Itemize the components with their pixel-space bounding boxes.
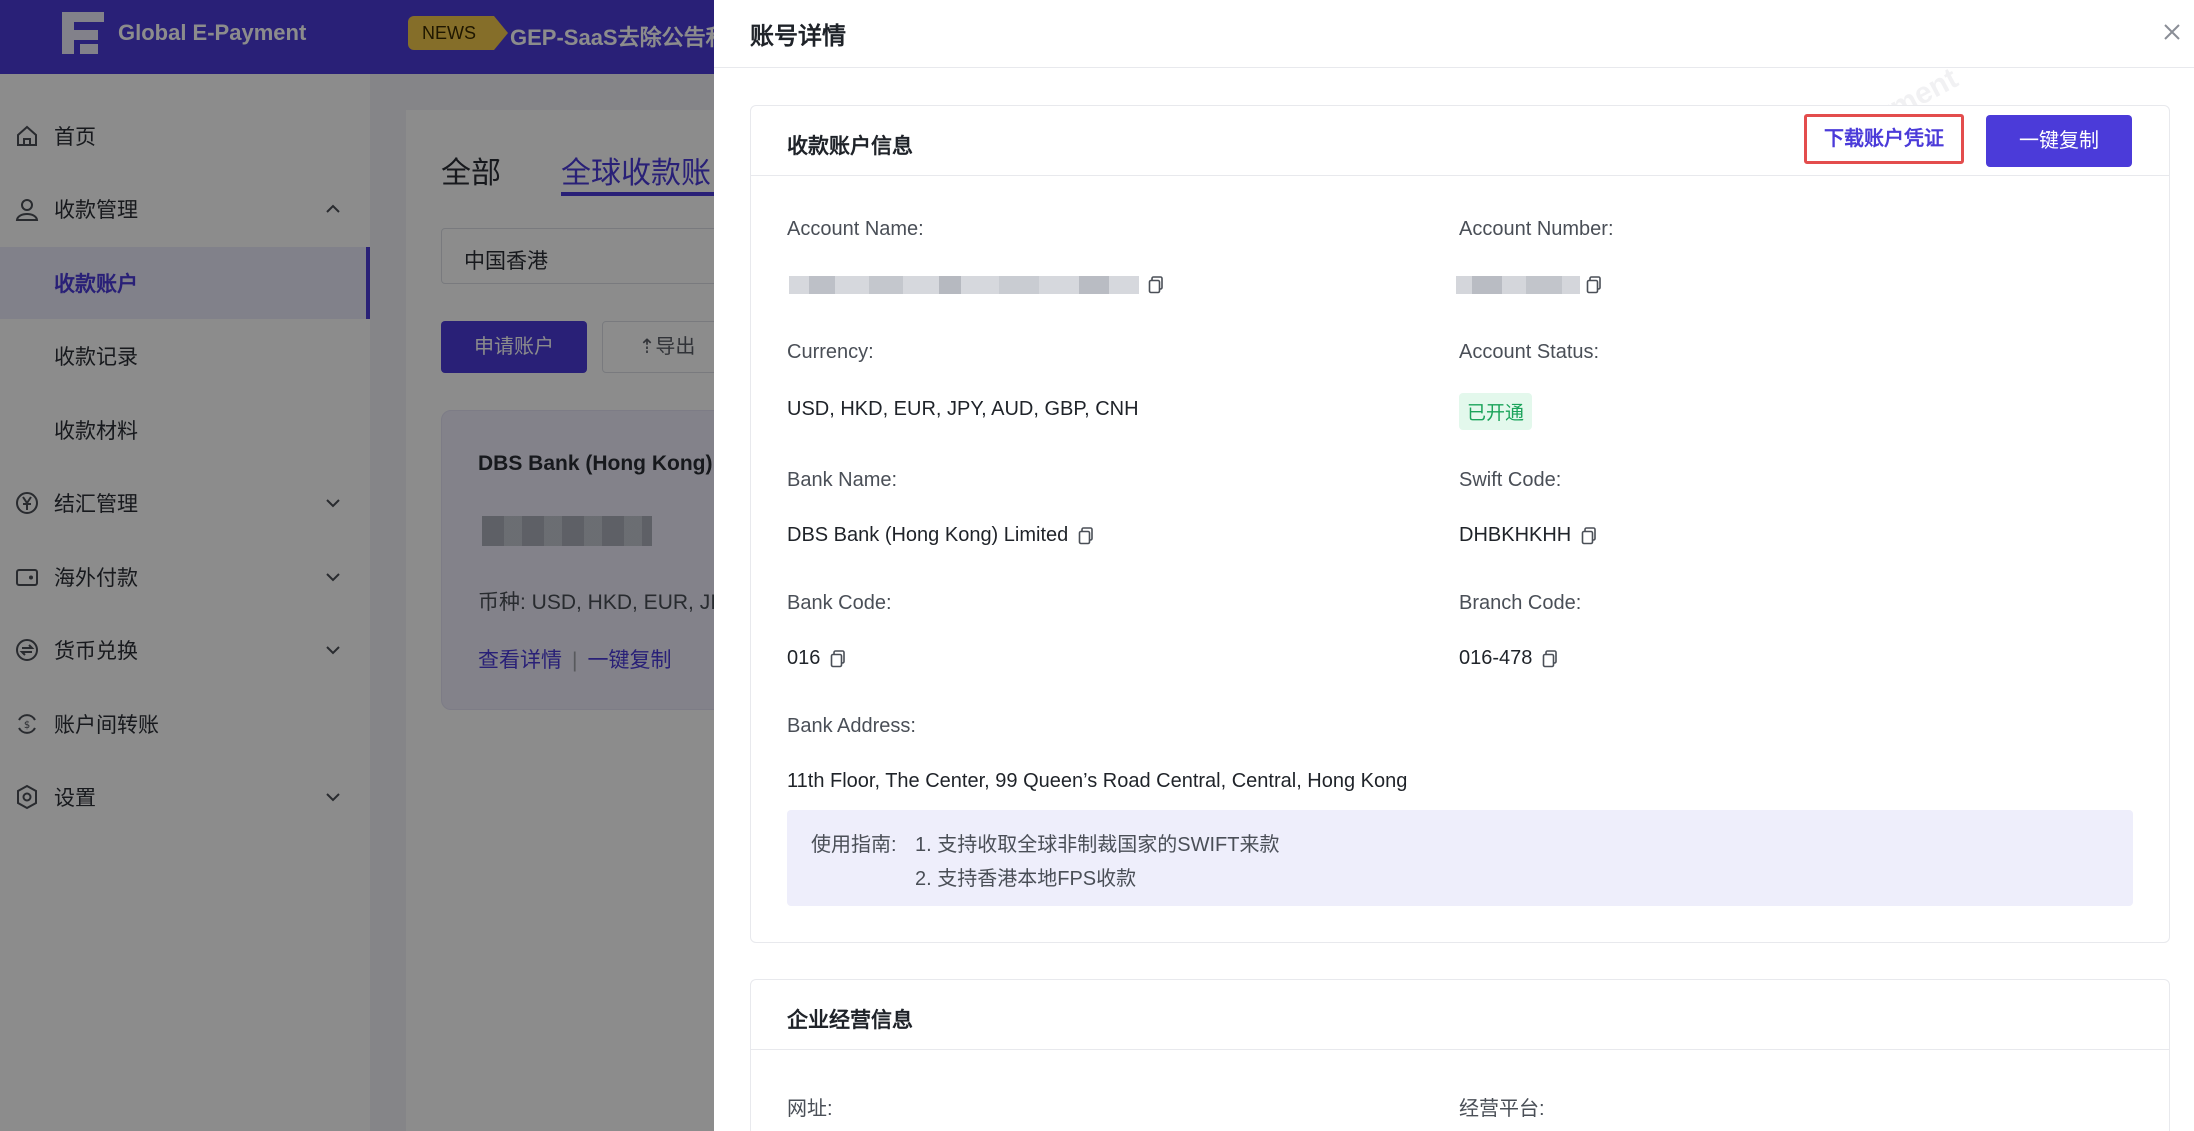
close-icon[interactable] — [2158, 18, 2186, 46]
copy-icon[interactable] — [1078, 526, 1094, 545]
bank-name-field: DBS Bank (Hong Kong) Limited — [787, 524, 1094, 547]
swift-code-label: Swift Code: — [1459, 469, 1562, 491]
bank-name-label: Bank Name: — [787, 469, 898, 491]
copy-icon[interactable] — [1542, 649, 1558, 668]
bank-code-field: 016 — [787, 647, 846, 670]
website-label: 网址: — [787, 1098, 833, 1120]
branch-code-label: Branch Code: — [1459, 592, 1582, 614]
masked-account-number — [1456, 276, 1580, 294]
account-number-label: Account Number: — [1459, 218, 1614, 240]
drawer-title: 账号详情 — [750, 23, 846, 50]
copy-icon[interactable] — [1148, 276, 1164, 294]
branch-code-field: 016-478 — [1459, 647, 1558, 670]
bank-code-label: Bank Code: — [787, 592, 892, 614]
guide-line: 2. 支持香港本地FPS收款 — [915, 868, 1137, 890]
copy-icon[interactable] — [1586, 276, 1602, 294]
swift-code-field: DHBKHKHH — [1459, 524, 1597, 547]
drawer-header: 账号详情 — [714, 0, 2194, 68]
business-platform-label: 经营平台: — [1459, 1098, 1545, 1120]
masked-account-name — [789, 276, 1139, 294]
section-title: 企业经营信息 — [787, 1009, 913, 1032]
bank-name-value: DBS Bank (Hong Kong) Limited — [787, 524, 1069, 546]
branch-code-value: 016-478 — [1459, 647, 1533, 669]
usage-guide: 使用指南: 1. 支持收取全球非制裁国家的SWIFT来款 2. 支持香港本地FP… — [787, 810, 2133, 906]
currency-label: Currency: — [787, 341, 874, 363]
account-details-drawer: 账号详情 Global E-Payment Global E-Payment 收… — [714, 0, 2194, 1131]
guide-line: 1. 支持收取全球非制裁国家的SWIFT来款 — [915, 834, 1280, 856]
bank-address-label: Bank Address: — [787, 715, 916, 737]
section-title: 收款账户信息 — [787, 135, 913, 158]
swift-code-value: DHBKHKHH — [1459, 524, 1572, 546]
currency-value: USD, HKD, EUR, JPY, AUD, GBP, CNH — [787, 398, 1139, 420]
section-header: 企业经营信息 — [751, 980, 2169, 1050]
copy-all-button[interactable]: 一键复制 — [1986, 115, 2132, 167]
bank-address-value: 11th Floor, The Center, 99 Queen’s Road … — [787, 770, 1408, 792]
download-account-certificate-button[interactable]: 下载账户凭证 — [1804, 114, 1964, 164]
guide-label: 使用指南: — [811, 834, 897, 856]
copy-icon[interactable] — [1581, 526, 1597, 545]
account-status-label: Account Status: — [1459, 341, 1600, 363]
account-status-badge: 已开通 — [1459, 393, 1533, 430]
copy-icon[interactable] — [830, 649, 846, 668]
account-name-label: Account Name: — [787, 218, 924, 240]
bank-code-value: 016 — [787, 647, 821, 669]
